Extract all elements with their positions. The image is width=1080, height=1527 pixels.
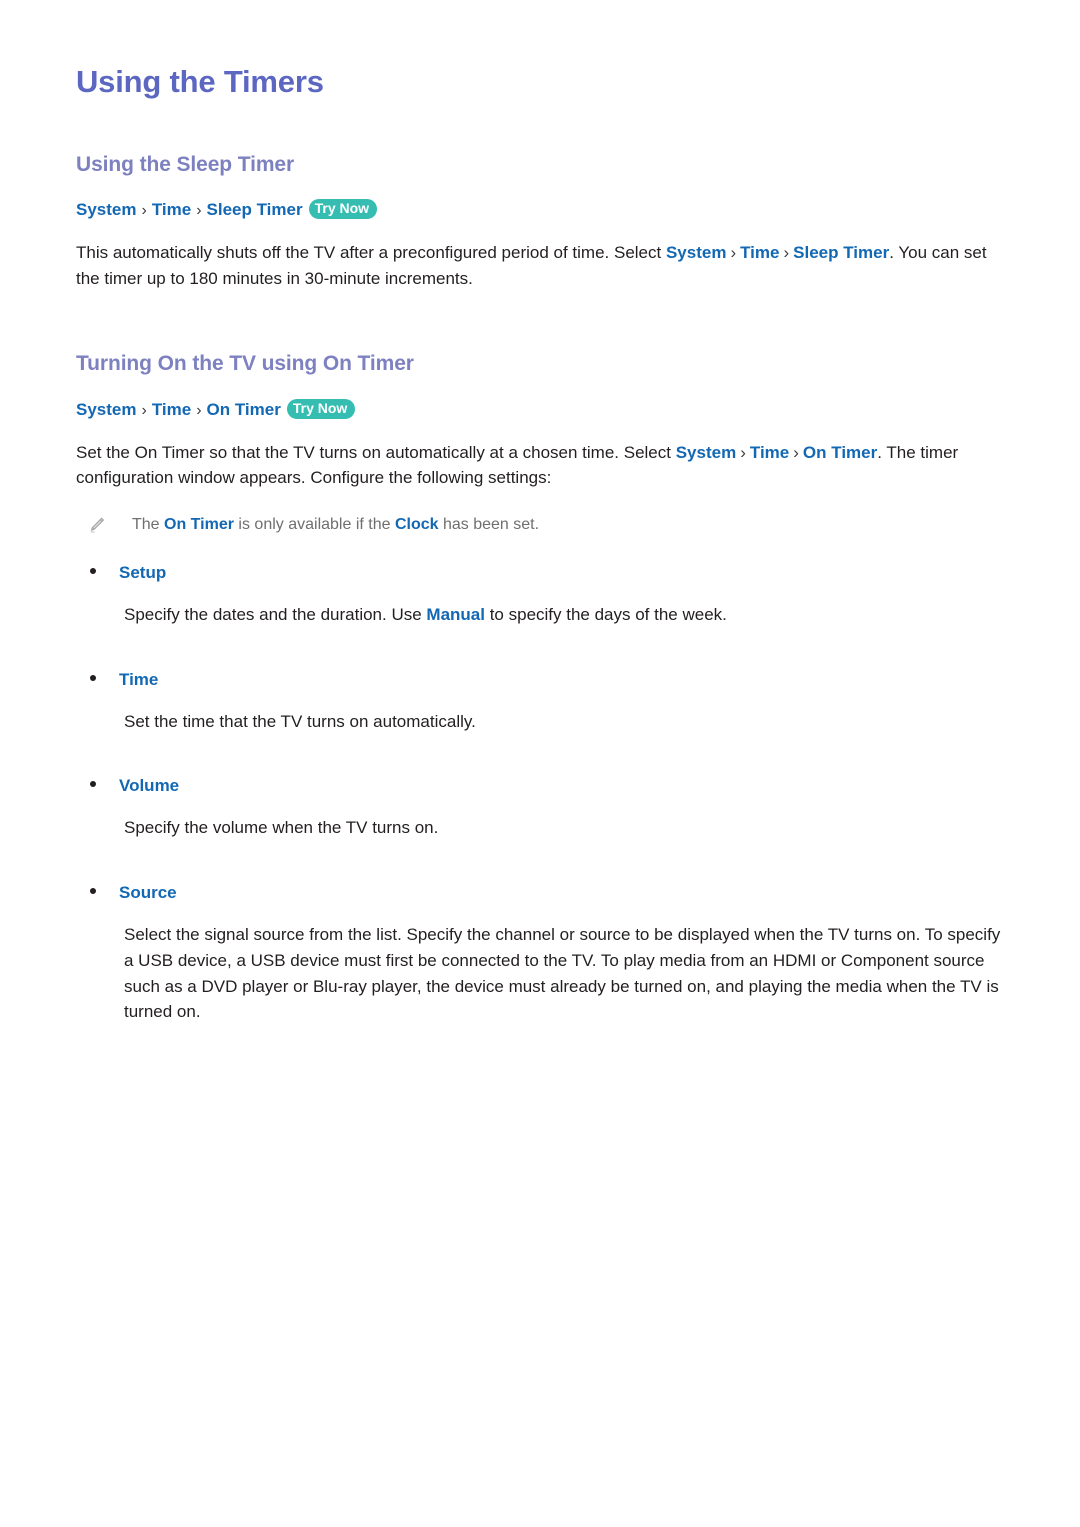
try-now-badge[interactable]: Try Now — [286, 398, 356, 419]
bullet-description: Set the time that the TV turns on automa… — [124, 709, 1005, 735]
breadcrumb-crumb-time[interactable]: Time — [152, 400, 191, 419]
sleep-timer-description: This automatically shuts off the TV afte… — [76, 240, 1005, 292]
list-item: Source Select the signal source from the… — [76, 881, 1005, 1025]
bullet-description: Specify the dates and the duration. Use … — [124, 602, 1005, 628]
note-link-clock[interactable]: Clock — [395, 516, 439, 533]
breadcrumb-crumb-time[interactable]: Time — [152, 200, 191, 219]
settings-bullet-list: Setup Specify the dates and the duration… — [76, 561, 1005, 1025]
inline-link-time[interactable]: Time — [750, 443, 789, 462]
breadcrumb-on-timer: System › Time › On Timer Try Now — [76, 398, 1005, 422]
inline-separator-icon: › — [740, 442, 746, 462]
note-text-part: The — [132, 516, 165, 534]
section-heading-sleep-timer: Using the Sleep Timer — [76, 152, 295, 176]
note-text-part: has been set. — [438, 516, 540, 534]
page-title: Using the Timers — [76, 64, 324, 99]
bullet-label[interactable]: Source — [119, 881, 177, 905]
list-item: Setup Specify the dates and the duration… — [76, 561, 1005, 628]
breadcrumb-separator-icon: › — [196, 201, 202, 219]
breadcrumb-separator-icon: › — [141, 201, 147, 219]
document-page: Using the Timers Using the Sleep Timer S… — [0, 0, 1080, 1527]
bullet-desc-part: Select the signal source from the list. … — [124, 924, 1001, 1022]
bullet-desc-part: Specify the dates and the duration. Use — [124, 605, 427, 624]
bullet-desc-part: Set the time that the TV turns on automa… — [124, 711, 476, 731]
bullet-dot-icon — [90, 781, 96, 788]
bullet-description: Select the signal source from the list. … — [124, 922, 1005, 1025]
note-row: The On Timer is only available if the Cl… — [88, 513, 1005, 537]
section-heading-on-timer: Turning On the TV using On Timer — [76, 352, 414, 376]
bullet-dot-icon — [90, 568, 96, 575]
breadcrumb-crumb-system[interactable]: System — [76, 400, 136, 419]
breadcrumb-separator-icon: › — [196, 401, 202, 419]
inline-link-on-timer[interactable]: On Timer — [803, 443, 877, 462]
inline-link-manual[interactable]: Manual — [426, 605, 485, 624]
bullet-label[interactable]: Volume — [119, 774, 179, 798]
inline-link-sleep-timer[interactable]: Sleep Timer — [793, 243, 889, 262]
bullet-label[interactable]: Time — [119, 668, 158, 692]
bullet-heading-source: Source — [90, 881, 1005, 905]
note-link-on-timer[interactable]: On Timer — [164, 516, 234, 533]
try-now-badge[interactable]: Try Now — [308, 198, 378, 219]
breadcrumb-sleep-timer: System › Time › Sleep Timer Try Now — [76, 198, 1005, 222]
inline-separator-icon: › — [793, 442, 799, 462]
bullet-heading-time: Time — [90, 668, 1005, 692]
note-text: The On Timer is only available if the Cl… — [132, 513, 539, 537]
on-timer-description: Set the On Timer so that the TV turns on… — [76, 440, 1005, 492]
bullet-description: Specify the volume when the TV turns on. — [124, 815, 1005, 841]
bullet-heading-setup: Setup — [90, 561, 1005, 585]
bullet-label[interactable]: Setup — [119, 561, 166, 585]
inline-link-time[interactable]: Time — [740, 243, 779, 262]
inline-link-system[interactable]: System — [666, 243, 726, 262]
bullet-heading-volume: Volume — [90, 774, 1005, 798]
inline-separator-icon: › — [783, 242, 790, 262]
bullet-dot-icon — [90, 674, 96, 681]
inline-separator-icon: › — [730, 242, 737, 262]
breadcrumb-separator-icon: › — [141, 401, 147, 419]
note-text-part: is only available if the — [233, 516, 395, 534]
list-item: Time Set the time that the TV turns on a… — [76, 668, 1005, 735]
breadcrumb-crumb-sleep-timer[interactable]: Sleep Timer — [207, 200, 303, 219]
breadcrumb-crumb-on-timer[interactable]: On Timer — [207, 400, 281, 419]
paragraph-text: Set the On Timer so that the TV turns on… — [76, 442, 676, 462]
bullet-dot-icon — [90, 888, 96, 895]
breadcrumb-crumb-system[interactable]: System — [76, 200, 136, 219]
pencil-icon — [88, 513, 110, 534]
paragraph-text: This automatically shuts off the TV afte… — [76, 242, 666, 262]
bullet-desc-part: Specify the volume when the TV turns on. — [124, 818, 439, 838]
list-item: Volume Specify the volume when the TV tu… — [76, 774, 1005, 841]
bullet-desc-part: to specify the days of the week. — [484, 605, 727, 624]
inline-link-system[interactable]: System — [676, 443, 736, 462]
